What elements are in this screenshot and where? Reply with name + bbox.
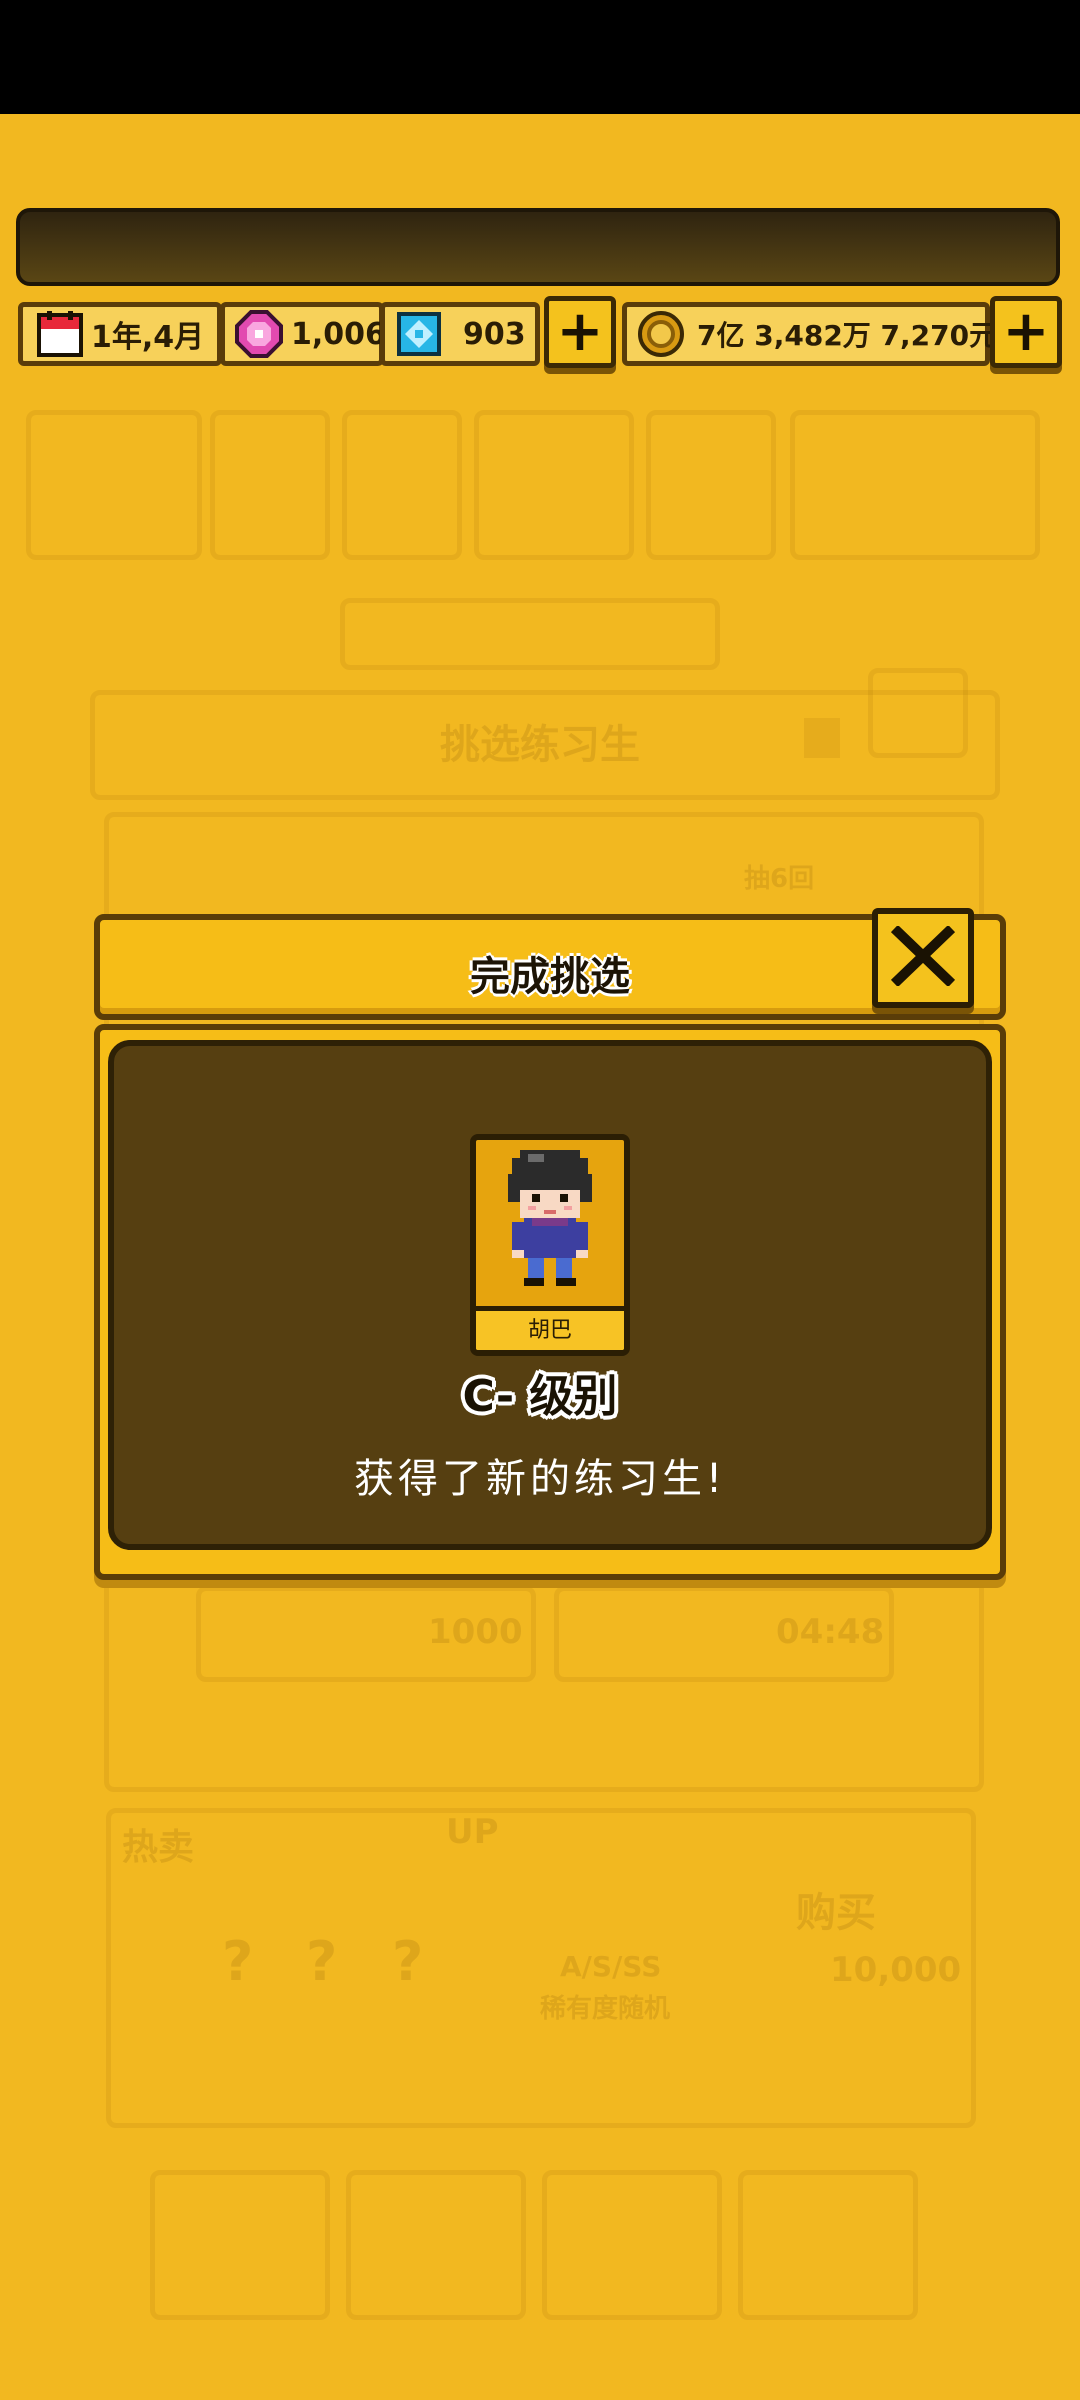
pink-gem-count: 1,006 bbox=[291, 316, 386, 352]
bg-count-label: 抽6回 bbox=[744, 864, 815, 894]
bg-menu-slot bbox=[474, 410, 634, 560]
bg-menu-slot bbox=[210, 410, 330, 560]
bg-bottom-nav-item bbox=[346, 2170, 526, 2320]
trainee-grade: C- 级别 bbox=[462, 1371, 618, 1422]
modal-header: 完成挑选 bbox=[94, 914, 1006, 1020]
add-gems-button[interactable]: + bbox=[544, 296, 616, 368]
bg-buy-label: 购买 bbox=[796, 1890, 876, 1936]
bg-timer-value: 04:48 bbox=[776, 1612, 885, 1652]
blue-gem-count: 903 bbox=[463, 316, 526, 352]
bg-mystery-mark: ? bbox=[306, 1930, 338, 1993]
result-message: 获得了新的练习生! bbox=[353, 1456, 727, 1502]
date-text: 1年,4月 bbox=[91, 320, 205, 355]
money-text: 7亿 3,482万 7,270元 bbox=[697, 319, 998, 352]
add-money-button[interactable]: + bbox=[990, 296, 1062, 368]
money-counter: 7亿 3,482万 7,270元 bbox=[622, 302, 997, 366]
bg-cost-value: 1000 bbox=[428, 1612, 523, 1652]
blue-gem-icon bbox=[395, 310, 443, 358]
bg-grade-range-sub: 稀有度随机 bbox=[540, 1994, 671, 2024]
bg-bottom-nav-item bbox=[150, 2170, 330, 2320]
calendar-icon bbox=[37, 311, 83, 357]
top-banner bbox=[16, 208, 1060, 286]
bg-hot-tag: 热卖 bbox=[122, 1827, 195, 1868]
bg-search bbox=[340, 598, 720, 670]
bg-up-tag: UP bbox=[446, 1812, 499, 1852]
bg-bottom-nav-item bbox=[738, 2170, 918, 2320]
trainee-name: 胡巴 bbox=[476, 1306, 624, 1350]
date-display: 1年,4月 bbox=[18, 302, 222, 366]
trainee-card: 胡巴 bbox=[470, 1134, 630, 1356]
blue-gem-counter: 903 bbox=[380, 302, 540, 366]
info-icon bbox=[804, 718, 840, 758]
close-button[interactable] bbox=[872, 908, 974, 1008]
bg-buy-price: 10,000 bbox=[830, 1950, 962, 1990]
bg-mystery-mark: ? bbox=[392, 1930, 424, 1993]
pink-gem-icon bbox=[235, 310, 283, 358]
bg-close-button bbox=[868, 668, 968, 758]
bg-menu-slot bbox=[26, 410, 202, 560]
bg-menu-slot bbox=[342, 410, 462, 560]
resource-bar: 1年,4月 1,006 903 + 7亿 3,482万 7,270元 + bbox=[14, 296, 1066, 374]
modal-title: 完成挑选 bbox=[470, 954, 630, 1000]
coin-icon bbox=[637, 310, 685, 358]
bg-menu-slot bbox=[790, 410, 1040, 560]
pink-gem-counter: 1,006 bbox=[220, 302, 386, 366]
bg-menu-slot bbox=[646, 410, 776, 560]
bg-bottom-nav-item bbox=[542, 2170, 722, 2320]
trainee-sprite bbox=[496, 1146, 604, 1310]
bg-mystery-mark: ? bbox=[222, 1930, 254, 1993]
bg-grade-range: A/S/SS bbox=[560, 1950, 662, 1983]
close-icon bbox=[890, 924, 956, 990]
status-bar bbox=[0, 0, 1080, 114]
